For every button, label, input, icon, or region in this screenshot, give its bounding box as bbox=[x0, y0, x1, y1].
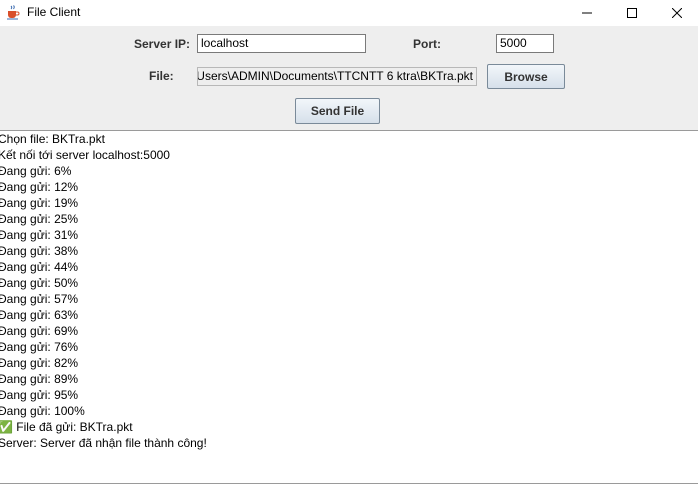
log-line: Đang gửi: 25% bbox=[0, 212, 79, 226]
maximize-icon bbox=[627, 8, 637, 18]
log-line: Đang gửi: 44% bbox=[0, 260, 79, 274]
log-line: Đang gửi: 50% bbox=[0, 276, 79, 290]
log-line: Đang gửi: 82% bbox=[0, 356, 79, 370]
minimize-button[interactable] bbox=[564, 0, 610, 26]
log-line: Đang gửi: 100% bbox=[0, 404, 85, 418]
maximize-button[interactable] bbox=[609, 0, 655, 26]
window-title: File Client bbox=[27, 5, 81, 19]
log-line: Đang gửi: 31% bbox=[0, 228, 79, 242]
log-line: Đang gửi: 19% bbox=[0, 196, 79, 210]
server-ip-input[interactable]: localhost bbox=[197, 34, 366, 53]
file-path-text: C:\Users\ADMIN\Documents\TTCNTT 6 ktra\B… bbox=[197, 69, 473, 83]
log-line: Đang gửi: 63% bbox=[0, 308, 79, 322]
log-line: Đang gửi: 57% bbox=[0, 292, 79, 306]
log-line: Đang gửi: 89% bbox=[0, 372, 79, 386]
close-button[interactable] bbox=[654, 0, 698, 26]
browse-button[interactable]: Browse bbox=[487, 64, 565, 89]
log-line: Server: Server đã nhận file thành công! bbox=[0, 436, 207, 450]
log-text-area[interactable]: Chọn file: BKTra.pkt Kết nối tới server … bbox=[0, 131, 698, 483]
close-icon bbox=[672, 8, 682, 18]
server-ip-label: Server IP: bbox=[134, 37, 191, 51]
log-line: Đang gửi: 95% bbox=[0, 388, 79, 402]
port-label: Port: bbox=[413, 37, 441, 51]
send-file-button[interactable]: Send File bbox=[295, 98, 380, 124]
log-line: Đang gửi: 76% bbox=[0, 340, 79, 354]
log-line: Đang gửi: 38% bbox=[0, 244, 79, 258]
title-bar: File Client bbox=[0, 0, 698, 26]
bottom-border bbox=[0, 483, 698, 484]
file-label: File: bbox=[149, 69, 174, 83]
log-line: Đang gửi: 6% bbox=[0, 164, 72, 178]
minimize-icon bbox=[582, 12, 592, 14]
connection-form: Server IP: localhost Port: 5000 File: C:… bbox=[0, 26, 698, 130]
port-input[interactable]: 5000 bbox=[496, 34, 554, 53]
java-cup-icon bbox=[7, 5, 20, 20]
log-line: Đang gửi: 69% bbox=[0, 324, 79, 338]
log-line: Chọn file: BKTra.pkt bbox=[0, 132, 105, 146]
log-line: Kết nối tới server localhost:5000 bbox=[0, 148, 170, 162]
log-line: Đang gửi: 12% bbox=[0, 180, 79, 194]
log-line: ✅ File đã gửi: BKTra.pkt bbox=[0, 420, 133, 434]
file-path-field: C:\Users\ADMIN\Documents\TTCNTT 6 ktra\B… bbox=[197, 67, 477, 86]
